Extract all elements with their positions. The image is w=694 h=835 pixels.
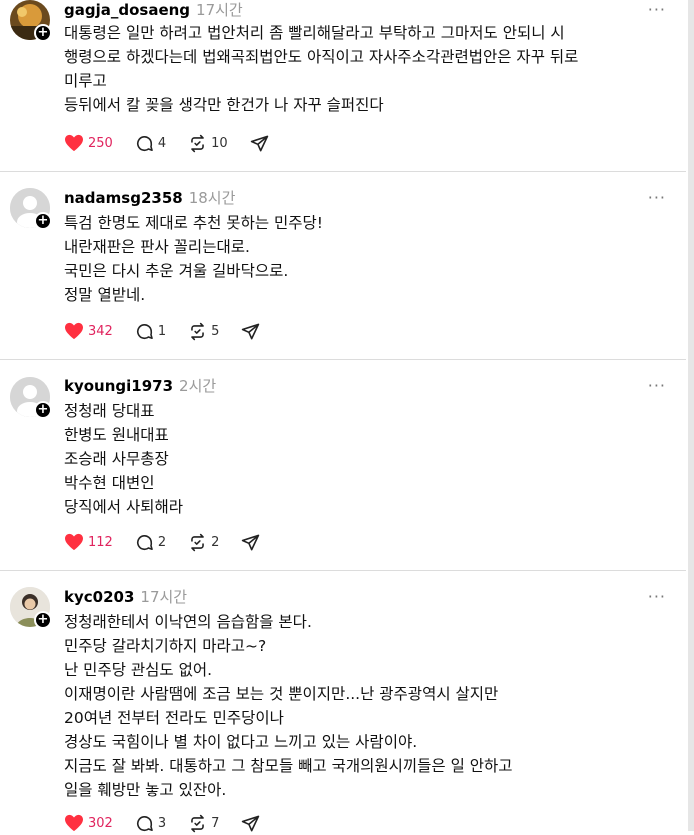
like-count: 342 (88, 323, 113, 339)
comment-icon (136, 534, 153, 550)
send-icon (242, 534, 260, 550)
heart-icon (65, 814, 83, 832)
post-line: 등뒤에서 칼 꽂을 생각만 한건가 나 자꾸 슬퍼진다 (64, 96, 384, 114)
username[interactable]: kyc0203 (64, 588, 134, 606)
post-line: 민주당 갈라치기하지 마라고~? (64, 637, 267, 655)
more-options-icon[interactable]: ··· (648, 0, 666, 19)
repost-icon (191, 322, 204, 340)
post-line: 정말 열받네. (64, 286, 146, 304)
post-line: 미루고 (64, 72, 107, 90)
post-line: 박수현 대변인 (64, 474, 155, 492)
post-line: 특검 한명도 제대로 추천 못하는 민주당! (64, 214, 324, 232)
comment-button[interactable]: 4 (135, 134, 166, 153)
comment-count: 3 (157, 815, 167, 831)
repost-count: 2 (211, 534, 220, 550)
action-bar: 250 4 10 (64, 131, 291, 155)
post-line: 조승래 사무총장 (64, 450, 169, 468)
repost-button[interactable]: 5 (188, 322, 219, 341)
comment-count: 2 (157, 534, 167, 550)
post-line: 난 민주당 관심도 없어. (64, 661, 213, 679)
repost-icon (191, 533, 204, 551)
more-options-icon[interactable]: ··· (648, 188, 666, 207)
action-bar: 112 2 2 (64, 530, 282, 554)
username[interactable]: kyoungi1973 (64, 377, 173, 395)
post-line: 정청래한테서 이낙연의 음습함을 본다. (64, 613, 312, 631)
post-line: 일을 훼방만 놓고 있잔아. (64, 781, 227, 799)
comment-button[interactable]: 2 (135, 533, 166, 552)
comment-count: 4 (157, 135, 167, 151)
post-line: 행령으로 하겠다는데 법왜곡죄법안도 아직이고 자사주소각관련법안은 자꾸 뒤로 (64, 48, 579, 66)
send-icon (242, 815, 260, 831)
scrollbar[interactable] (688, 0, 694, 831)
comment-button[interactable]: 1 (135, 322, 166, 341)
like-button[interactable]: 112 (64, 533, 113, 551)
post-text: 대통령은 일만 하려고 법안처리 좀 빨리해달라고 부탁하고 그마저도 안되니 … (64, 21, 674, 117)
post-text: 정청래한테서 이낙연의 음습함을 본다. 민주당 갈라치기하지 마라고~? 난 … (64, 610, 674, 802)
follow-plus-icon[interactable]: + (34, 212, 52, 230)
timestamp[interactable]: 17시간 (196, 1, 243, 19)
post-text: 정청래 당대표 한병도 원내대표 조승래 사무총장 박수현 대변인 당직에서 사… (64, 399, 674, 519)
heart-icon (65, 322, 83, 340)
post-line: 지금도 잘 봐봐. 대통하고 그 참모들 빼고 국개의원시끼들은 일 안하고 (64, 757, 513, 775)
more-options-icon[interactable]: ··· (648, 376, 666, 395)
post-header: nadamsg2358 18시간 (64, 188, 235, 208)
post-text: 특검 한명도 제대로 추천 못하는 민주당! 내란재판은 판사 꼴리는대로. 국… (64, 211, 674, 307)
share-button[interactable] (250, 134, 269, 153)
post-header: gagja_dosaeng 17시간 (64, 0, 243, 20)
post-line: 당직에서 사퇴해라 (64, 498, 184, 516)
like-button[interactable]: 250 (64, 134, 113, 152)
timestamp[interactable]: 17시간 (140, 588, 187, 606)
post-line: 국민은 다시 추운 겨울 길바닥으로. (64, 262, 289, 280)
post-line: 한병도 원내대표 (64, 426, 169, 444)
comment-button[interactable]: 3 (135, 814, 166, 833)
post-line: 정청래 당대표 (64, 402, 155, 420)
comment-icon (136, 323, 153, 339)
repost-button[interactable]: 10 (188, 134, 228, 153)
send-icon (250, 135, 268, 151)
post-line: 이재명이란 사람땜에 조금 보는 것 뿐이지만...난 광주광역시 살지만 (64, 685, 499, 703)
heart-icon (65, 533, 83, 551)
send-icon (242, 323, 260, 339)
post-line: 경상도 국힘이나 별 차이 없다고 느끼고 있는 사람이야. (64, 733, 418, 751)
repost-button[interactable]: 7 (188, 814, 219, 833)
repost-icon (191, 814, 204, 832)
action-bar: 302 3 7 (64, 811, 282, 835)
like-button[interactable]: 302 (64, 814, 113, 832)
share-button[interactable] (241, 322, 260, 341)
repost-count: 7 (211, 815, 220, 831)
follow-plus-icon[interactable]: + (34, 24, 52, 42)
repost-button[interactable]: 2 (188, 533, 219, 552)
username[interactable]: gagja_dosaeng (64, 1, 190, 19)
repost-count: 10 (211, 135, 228, 151)
post-header: kyoungi1973 2시간 (64, 376, 216, 396)
divider (0, 359, 686, 360)
divider (0, 570, 686, 571)
heart-icon (65, 134, 83, 152)
timestamp[interactable]: 2시간 (179, 377, 216, 395)
comment-icon (136, 815, 153, 831)
follow-plus-icon[interactable]: + (34, 401, 52, 419)
username[interactable]: nadamsg2358 (64, 189, 183, 207)
post-line: 20여년 전부터 전라도 민주당이나 (64, 709, 284, 727)
scrollbar-thumb[interactable] (688, 0, 694, 831)
comment-icon (136, 135, 153, 151)
like-count: 302 (88, 815, 113, 831)
timestamp[interactable]: 18시간 (189, 189, 236, 207)
divider (0, 171, 686, 172)
like-count: 250 (88, 135, 113, 151)
post-line: 내란재판은 판사 꼴리는대로. (64, 238, 250, 256)
share-button[interactable] (241, 814, 260, 833)
repost-count: 5 (211, 323, 220, 339)
follow-plus-icon[interactable]: + (34, 611, 52, 629)
action-bar: 342 1 5 (64, 319, 282, 343)
like-count: 112 (88, 534, 113, 550)
post-line: 대통령은 일만 하려고 법안처리 좀 빨리해달라고 부탁하고 그마저도 안되니 … (64, 24, 565, 42)
repost-icon (191, 134, 204, 152)
comment-count: 1 (157, 323, 167, 339)
post-header: kyc0203 17시간 (64, 587, 187, 607)
share-button[interactable] (241, 533, 260, 552)
like-button[interactable]: 342 (64, 322, 113, 340)
more-options-icon[interactable]: ··· (648, 587, 666, 606)
